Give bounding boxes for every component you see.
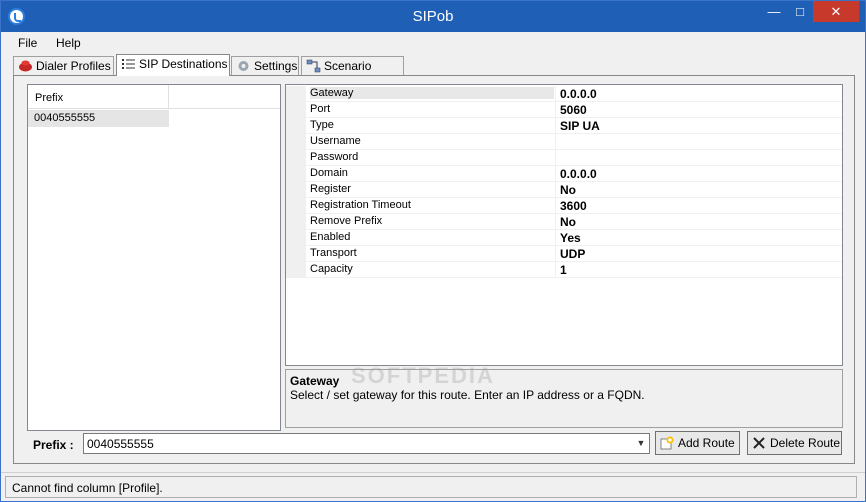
property-name: Password	[310, 151, 359, 163]
tab-scenario-editor[interactable]: Scenario Editor	[301, 56, 404, 91]
row-gutter	[286, 118, 306, 134]
property-value[interactable]: 0.0.0.0	[560, 167, 597, 181]
delete-route-button[interactable]: Delete Route	[747, 431, 842, 455]
column-divider	[555, 246, 556, 262]
phone-icon	[19, 60, 32, 72]
row-gutter	[286, 86, 306, 102]
menu-file[interactable]: File	[18, 36, 37, 50]
row-gutter	[286, 198, 306, 214]
close-button[interactable]: ✕	[813, 1, 859, 22]
watermark: SOFTPEDIA	[351, 363, 495, 388]
property-value[interactable]: 1	[560, 263, 567, 277]
row-gutter	[286, 150, 306, 166]
tab-label: Dialer Profiles	[36, 59, 111, 73]
diagram-icon	[306, 59, 321, 73]
title-bar[interactable]: SIPob — □ ✕	[1, 1, 865, 32]
property-name: Port	[310, 103, 331, 115]
row-gutter	[286, 246, 306, 262]
property-row-capacity[interactable]: Capacity 1	[286, 262, 842, 278]
property-value[interactable]: UDP	[560, 247, 585, 261]
property-value[interactable]: 3600	[560, 199, 587, 213]
menu-bar: File Help	[1, 32, 865, 53]
menu-help[interactable]: Help	[56, 36, 81, 50]
property-name: Domain	[310, 167, 348, 179]
property-name: Remove Prefix	[310, 215, 383, 227]
property-value[interactable]: SIP UA	[560, 119, 600, 133]
list-header: Prefix	[28, 85, 280, 109]
property-value[interactable]: No	[560, 215, 576, 229]
list-icon	[122, 59, 135, 69]
property-row-enabled[interactable]: Enabled Yes	[286, 230, 842, 246]
prefix-label: Prefix :	[33, 438, 74, 452]
status-text: Cannot find column [Profile].	[5, 476, 857, 498]
property-row-type[interactable]: Type SIP UA	[286, 118, 842, 134]
property-row-port[interactable]: Port 5060	[286, 102, 842, 118]
sip-destinations-panel: Prefix 0040555555 Gateway 0.0.0.0 Port 5…	[13, 75, 855, 464]
row-gutter	[286, 134, 306, 150]
column-divider	[555, 230, 556, 246]
property-name: Type	[310, 119, 334, 131]
column-divider	[555, 198, 556, 214]
property-name: Registration Timeout	[310, 199, 411, 211]
chevron-down-icon[interactable]: ▼	[633, 434, 649, 453]
column-divider	[555, 102, 556, 118]
window-title: SIPob	[412, 8, 454, 25]
property-value[interactable]: 0.0.0.0	[560, 87, 597, 101]
row-gutter	[286, 262, 306, 278]
add-icon	[660, 436, 674, 450]
prefix-list[interactable]: Prefix 0040555555	[27, 84, 281, 431]
gear-icon	[238, 61, 249, 71]
property-value[interactable]: 5060	[560, 103, 587, 117]
column-divider	[555, 150, 556, 166]
help-description: Select / set gateway for this route. Ent…	[290, 388, 645, 402]
row-gutter	[286, 214, 306, 230]
close-icon	[753, 437, 765, 449]
property-row-register[interactable]: Register No	[286, 182, 842, 198]
row-gutter	[286, 230, 306, 246]
column-divider	[555, 214, 556, 230]
tab-settings[interactable]: Settings	[231, 56, 299, 75]
tab-label: SIP Destinations	[139, 57, 228, 71]
app-window: SIPob — □ ✕ File Help Dialer Profiles SI…	[0, 0, 866, 502]
property-row-password[interactable]: Password	[286, 150, 842, 166]
tab-sip-destinations[interactable]: SIP Destinations	[116, 54, 230, 76]
column-divider	[555, 262, 556, 278]
property-grid[interactable]: Gateway 0.0.0.0 Port 5060 Type SIP UA Us…	[285, 84, 843, 366]
row-gutter	[286, 182, 306, 198]
add-route-label: Add Route	[678, 436, 735, 450]
row-gutter	[286, 102, 306, 118]
maximize-button[interactable]: □	[787, 1, 813, 22]
status-bar: Cannot find column [Profile].	[1, 472, 865, 501]
list-item[interactable]: 0040555555	[28, 110, 169, 127]
tab-dialer-profiles[interactable]: Dialer Profiles	[13, 56, 114, 75]
column-divider	[555, 182, 556, 198]
column-divider	[555, 86, 556, 102]
property-name: Enabled	[310, 231, 351, 243]
column-divider	[555, 134, 556, 150]
column-divider	[555, 166, 556, 182]
help-title: Gateway	[290, 374, 340, 388]
property-name: Register	[310, 183, 351, 195]
property-value[interactable]: Yes	[560, 231, 581, 245]
property-row-domain[interactable]: Domain 0.0.0.0	[286, 166, 842, 182]
property-row-transport[interactable]: Transport UDP	[286, 246, 842, 262]
property-name: Username	[310, 135, 361, 147]
property-name: Transport	[310, 247, 357, 259]
property-row-remove-prefix[interactable]: Remove Prefix No	[286, 214, 842, 230]
tab-label: Settings	[254, 59, 298, 73]
column-header-prefix[interactable]: Prefix	[28, 85, 169, 109]
column-divider	[555, 118, 556, 134]
delete-route-label: Delete Route	[770, 436, 841, 450]
property-name: Capacity	[310, 263, 353, 275]
prefix-combobox[interactable]: 0040555555 ▼	[83, 433, 650, 454]
row-gutter	[286, 166, 306, 182]
property-value[interactable]: No	[560, 183, 576, 197]
property-row-gateway[interactable]: Gateway 0.0.0.0	[286, 86, 842, 102]
add-route-button[interactable]: Add Route	[655, 431, 740, 455]
property-name: Gateway	[310, 87, 554, 99]
minimize-button[interactable]: —	[761, 1, 787, 22]
property-row-registration-timeout[interactable]: Registration Timeout 3600	[286, 198, 842, 214]
property-row-username[interactable]: Username	[286, 134, 842, 150]
prefix-combobox-value[interactable]: 0040555555	[87, 437, 154, 451]
